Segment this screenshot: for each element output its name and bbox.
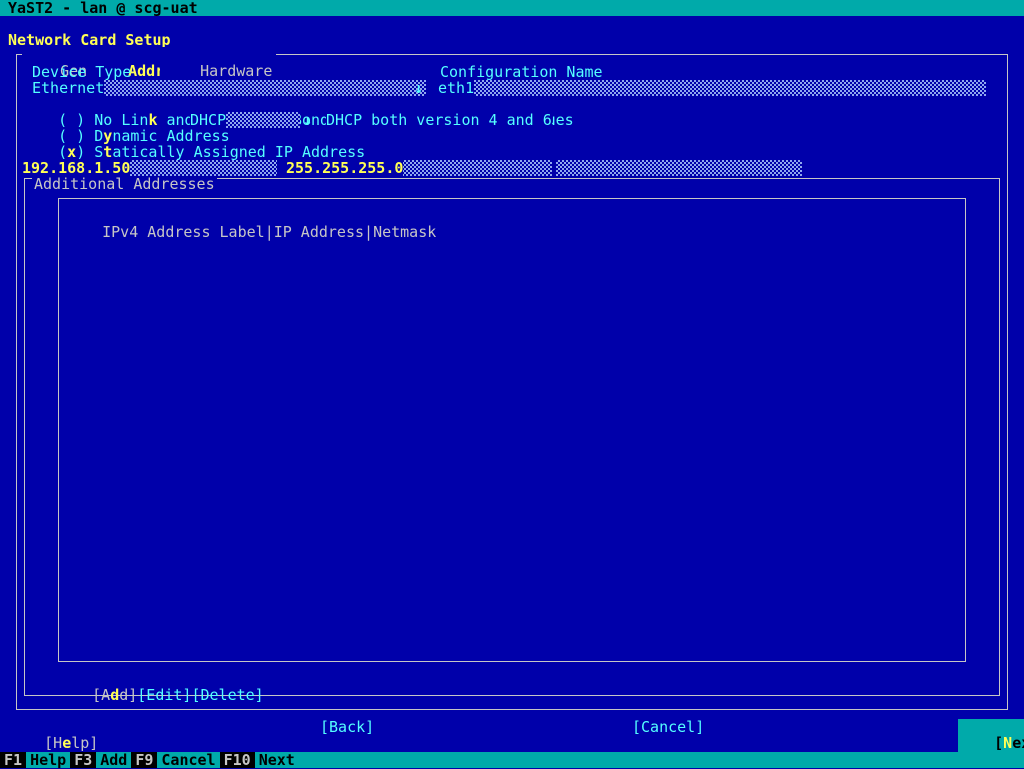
column-header-ipv4-label: IPv4 Address Label: [102, 223, 265, 241]
page-title: Network Card Setup: [8, 31, 171, 49]
dhcp-combo-value: DHCP: [190, 111, 227, 129]
ip-address-input[interactable]: 192.168.1.50: [22, 160, 277, 176]
column-separator-2: |: [364, 223, 374, 241]
fkey-f10[interactable]: F10: [219, 752, 255, 768]
hostname-input-fill: [556, 160, 802, 176]
next-button-hotkey: N: [1003, 734, 1013, 752]
fkey-f10-label[interactable]: Next: [254, 752, 299, 768]
cancel-button[interactable]: [Cancel]: [632, 719, 704, 735]
help-button-hotkey: e: [62, 734, 72, 752]
column-header-netmask: Netmask: [373, 223, 437, 241]
fkey-f1[interactable]: F1: [0, 752, 27, 768]
terminal-screen: YaST2 - lan @ scg-uat Network Card Setup…: [0, 0, 1024, 768]
configuration-name-input-fill: [436, 80, 986, 96]
dhcp-version-combo[interactable]: DHCP both version 4 and 6: [326, 112, 552, 128]
fkey-f3[interactable]: F3: [70, 752, 97, 768]
configuration-name-label: Configuration Name: [440, 63, 603, 81]
additional-addresses-frame-label: Additional Addresses: [32, 175, 217, 193]
function-key-bar: F1 Help F3 Add F9 Cancel F10 Next: [0, 752, 1024, 768]
fkey-bar-filler: [298, 752, 1024, 768]
back-button-label: Back: [329, 718, 366, 736]
fkey-f3-label[interactable]: Add: [96, 752, 132, 768]
dhcp-combo[interactable]: DHCP: [190, 112, 300, 128]
table-header-row: IPv4 Address Label|IP Address|Netmask: [66, 208, 436, 256]
configuration-name-value: eth1: [436, 79, 475, 97]
subnet-mask-value: 255.255.255.0: [286, 159, 404, 177]
table-action-buttons: [Add][Edit][Delete]: [56, 671, 264, 719]
back-button[interactable]: [Back]: [320, 719, 374, 735]
column-separator-1: |: [264, 223, 274, 241]
dhcp-combo-chevron-down-icon[interactable]: ↓: [303, 112, 312, 128]
device-type-value: Ethernet: [30, 79, 105, 97]
additional-addresses-table[interactable]: [58, 198, 966, 662]
device-type-label: Device Type: [32, 63, 132, 81]
add-button-hotkey: d: [110, 686, 120, 704]
ip-address-value: 192.168.1.50: [22, 159, 131, 177]
device-type-combo[interactable]: Ethernet: [30, 80, 426, 96]
tab-hardware-label: Hardware: [200, 62, 273, 80]
configuration-name-input[interactable]: eth1: [436, 80, 986, 96]
device-type-chevron-down-icon[interactable]: ↓: [414, 80, 423, 96]
fkey-f1-label[interactable]: Help: [26, 752, 71, 768]
delete-button[interactable]: [Delete]: [191, 686, 263, 704]
hostname-input[interactable]: [556, 160, 802, 176]
window-title-bar: YaST2 - lan @ scg-uat: [0, 0, 1024, 16]
dhcp-version-value: DHCP both version 4 and 6: [326, 111, 552, 129]
edit-button[interactable]: [Edit]: [137, 686, 191, 704]
fkey-f9[interactable]: F9: [131, 752, 158, 768]
column-header-ip-address: IP Address: [273, 223, 365, 241]
fkey-f9-label[interactable]: Cancel: [157, 752, 220, 768]
subnet-mask-input[interactable]: 255.255.255.0: [286, 160, 552, 176]
add-button[interactable]: [Add]: [92, 686, 137, 704]
cancel-button-label: Cancel: [641, 718, 696, 736]
